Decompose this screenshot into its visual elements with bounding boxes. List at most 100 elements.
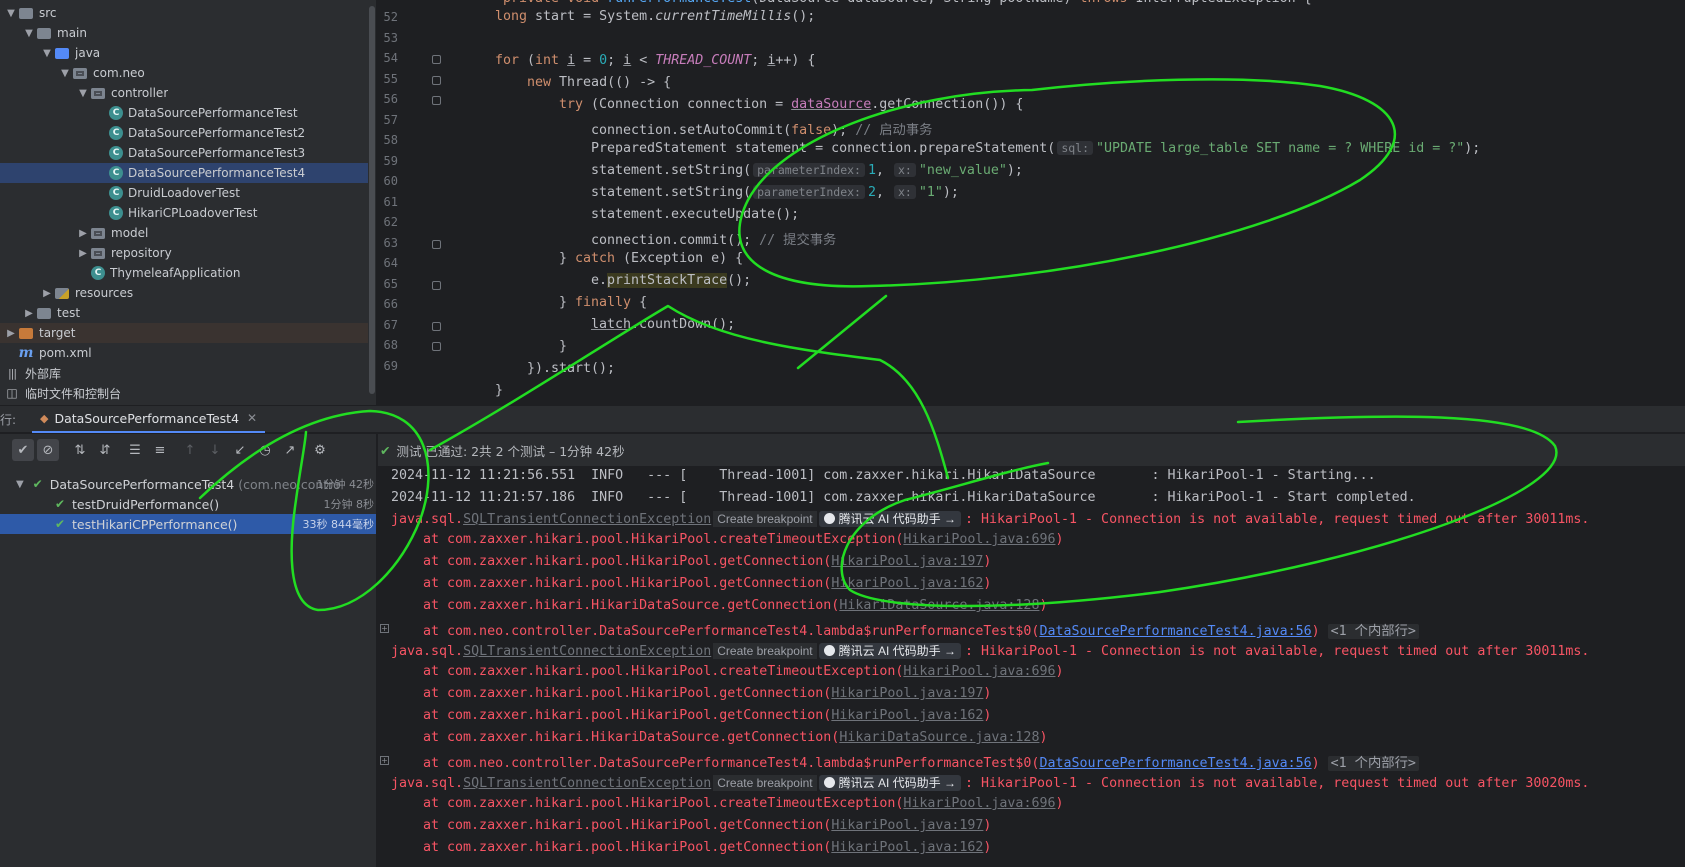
expand-all-icon[interactable]: ☰	[124, 439, 146, 461]
tree-item[interactable]: C DataSourcePerformanceTest2	[0, 123, 368, 143]
ai-assistant-button[interactable]: 腾讯云 AI 代码助手 →	[818, 643, 961, 659]
tree-item[interactable]: ▶ repository	[0, 243, 368, 263]
test-item[interactable]: ✔ testDruidPerformance() 1分钟 8秒	[0, 494, 378, 514]
source-link[interactable]: HikariPool.java:696	[903, 796, 1055, 811]
exception-class-link[interactable]: SQLTransientConnectionException	[463, 644, 711, 659]
tree-item-label: DruidLoadoverTest	[128, 186, 240, 200]
create-breakpoint-button[interactable]: Create breakpoint	[713, 643, 817, 659]
line-number: 67	[383, 317, 398, 332]
source-link[interactable]: HikariPool.java:696	[903, 532, 1055, 547]
tree-item[interactable]: ▶ resources	[0, 283, 368, 303]
source-link[interactable]: HikariPool.java:197	[831, 554, 983, 569]
import-tests-icon[interactable]: ↙	[229, 439, 251, 461]
ai-assistant-button[interactable]: 腾讯云 AI 代码助手 →	[818, 775, 961, 791]
test-item[interactable]: ✔ testHikariCPPerformance() 33秒 844毫秒	[0, 514, 378, 534]
chevron-down-icon[interactable]: ▼	[22, 28, 36, 39]
source-link[interactable]: HikariPool.java:197	[831, 818, 983, 833]
tree-item-label: DataSourcePerformanceTest2	[128, 126, 306, 140]
folder-icon	[90, 226, 106, 240]
chevron-down-icon[interactable]: ▼	[40, 48, 54, 59]
code-line-68: }).start();	[527, 361, 616, 376]
tree-item[interactable]: C DruidLoadoverTest	[0, 183, 368, 203]
tree-scrollbar-thumb[interactable]	[369, 6, 375, 394]
stack-frame: at com.zaxxer.hikari.pool.HikariPool.cre…	[391, 796, 1064, 811]
tree-item[interactable]: ▶ test	[0, 303, 368, 323]
test-name: testDruidPerformance()	[72, 496, 220, 512]
sort-alpha-icon[interactable]: ⇅	[69, 439, 91, 461]
chevron-right-icon[interactable]: ▶	[40, 288, 54, 299]
console-output[interactable]: 2024-11-12 11:21:56.551 INFO --- [ Threa…	[378, 466, 1685, 867]
tree-item[interactable]: C DataSourcePerformanceTest4	[0, 163, 368, 183]
tree-item[interactable]: ▼ main	[0, 23, 368, 43]
tree-item[interactable]: ▼ com.neo	[0, 63, 368, 83]
chevron-down-icon[interactable]: ▼	[4, 8, 18, 19]
source-link[interactable]: HikariPool.java:696	[903, 664, 1055, 679]
inner-lines-fold[interactable]: <1 个内部行>	[1327, 756, 1419, 771]
tree-item[interactable]: ▼ java	[0, 43, 368, 63]
source-link[interactable]: DataSourcePerformanceTest4.java:56	[1039, 624, 1311, 639]
fold-marker-icon[interactable]	[432, 280, 441, 290]
ai-logo-icon	[823, 777, 835, 788]
source-link[interactable]: HikariPool.java:197	[831, 686, 983, 701]
scratch-icon: ◫	[6, 386, 18, 400]
fold-marker-icon[interactable]	[432, 321, 441, 331]
source-link[interactable]: HikariDataSource.java:128	[839, 730, 1039, 745]
fold-marker-icon[interactable]	[432, 342, 441, 351]
chevron-right-icon[interactable]: ▶	[76, 248, 90, 259]
passed-check-icon: ✔	[32, 477, 43, 491]
close-icon[interactable]: ✕	[247, 411, 257, 425]
ai-assistant-button[interactable]: 腾讯云 AI 代码助手 →	[818, 511, 961, 527]
create-breakpoint-button[interactable]: Create breakpoint	[713, 775, 817, 791]
tree-item[interactable]: ||| 外部库	[0, 363, 368, 383]
collapse-all-icon[interactable]: ≡	[149, 439, 171, 461]
test-item[interactable]: ▼ ✔ DataSourcePerformanceTest4 (com.neo.con…	[0, 474, 378, 494]
source-link[interactable]: HikariDataSource.java:128	[839, 598, 1039, 613]
run-tab[interactable]: ◆ DataSourcePerformanceTest4 ✕	[32, 405, 266, 433]
chevron-down-icon[interactable]: ▼	[58, 68, 72, 79]
tree-item[interactable]: ▶ target	[0, 323, 368, 343]
tree-item[interactable]: ▼ controller	[0, 83, 368, 103]
next-failed-icon[interactable]: ↓	[204, 439, 226, 461]
tree-item[interactable]: ◫ 临时文件和控制台	[0, 383, 368, 403]
tree-item[interactable]: ▼ src	[0, 3, 368, 23]
tree-item-label: pom.xml	[39, 346, 92, 360]
exception-class-link[interactable]: SQLTransientConnectionException	[463, 512, 711, 527]
inner-lines-fold[interactable]: <1 个内部行>	[1327, 624, 1419, 639]
source-link[interactable]: HikariPool.java:162	[831, 576, 983, 591]
library-icon: |||	[7, 366, 17, 380]
fold-marker-icon[interactable]	[432, 96, 441, 105]
tree-item[interactable]: m pom.xml	[0, 343, 368, 363]
chevron-down-icon[interactable]: ▼	[76, 88, 90, 99]
code-area[interactable]: private void runPerformanceTest(DataSour…	[444, 0, 1685, 405]
tree-item[interactable]: C DataSourcePerformanceTest3	[0, 143, 368, 163]
exception-class-link[interactable]: SQLTransientConnectionException	[463, 776, 711, 791]
code-line-58: PreparedStatement statement = connection…	[591, 141, 1481, 156]
tree-item[interactable]: C DataSourcePerformanceTest	[0, 103, 368, 123]
expand-frames-icon[interactable]: +	[380, 624, 389, 633]
show-ignored-icon[interactable]: ⊘	[37, 439, 59, 461]
tree-item[interactable]: C HikariCPLoadoverTest	[0, 203, 368, 223]
chevron-right-icon[interactable]: ▶	[4, 328, 18, 339]
history-icon[interactable]: ◷	[254, 439, 276, 461]
settings-gear-icon[interactable]: ⚙	[309, 439, 331, 461]
tree-item[interactable]: C ThymeleafApplication	[0, 263, 368, 283]
tree-item[interactable]: ▶ model	[0, 223, 368, 243]
show-passed-icon[interactable]: ✔	[12, 439, 34, 461]
export-icon[interactable]: ↗	[279, 439, 301, 461]
source-link[interactable]: HikariPool.java:162	[831, 840, 983, 855]
prev-failed-icon[interactable]: ↑	[179, 439, 201, 461]
create-breakpoint-button[interactable]: Create breakpoint	[713, 511, 817, 527]
code-line-55: new Thread(() -> {	[527, 75, 672, 90]
chevron-right-icon[interactable]: ▶	[22, 308, 36, 319]
expand-frames-icon[interactable]: +	[380, 756, 389, 765]
source-link[interactable]: HikariPool.java:162	[831, 708, 983, 723]
chevron-down-icon[interactable]: ▼	[16, 479, 24, 490]
chevron-right-icon[interactable]: ▶	[76, 228, 90, 239]
tree-item-label: 外部库	[25, 366, 62, 381]
fold-marker-icon[interactable]	[432, 75, 441, 85]
code-editor[interactable]: 52 53 54 55 56 57 58 59 60 61 62 63 64 65 66 67 68 69 pri…	[378, 0, 1685, 405]
sort-duration-icon[interactable]: ⇵	[94, 439, 116, 461]
fold-marker-icon[interactable]	[432, 55, 441, 64]
fold-marker-icon[interactable]	[432, 239, 441, 249]
source-link[interactable]: DataSourcePerformanceTest4.java:56	[1039, 756, 1311, 771]
